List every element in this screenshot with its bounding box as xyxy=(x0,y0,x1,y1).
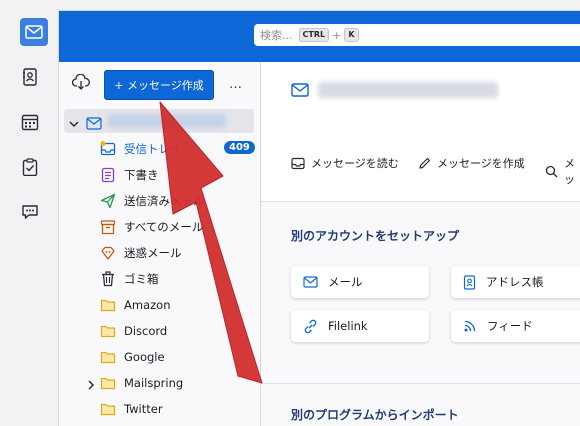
folder-inbox[interactable]: 受信トレイ xyxy=(100,139,182,159)
shortcut-ctrl-key: CTRL xyxy=(298,28,330,42)
search-input[interactable]: 検索... CTRL + K xyxy=(254,24,580,46)
address-book-icon xyxy=(463,274,476,290)
shortcut-k-key: K xyxy=(344,28,359,42)
setup-address-book-card[interactable]: アドレス帳 xyxy=(451,266,580,298)
setup-feed-label: フィード xyxy=(487,319,533,333)
account-mail-icon xyxy=(86,115,102,134)
trash-icon xyxy=(100,271,116,287)
folder-label: すべてのメール xyxy=(124,220,204,234)
more-options-button[interactable]: … xyxy=(229,77,243,92)
search-icon xyxy=(545,165,558,178)
divider xyxy=(261,383,580,384)
folder-label: 受信トレイ xyxy=(124,142,182,156)
chat-icon[interactable] xyxy=(18,200,42,224)
tasks-icon[interactable] xyxy=(18,155,42,179)
compose-label: メッセージを作成 xyxy=(437,157,525,170)
sent-icon xyxy=(100,193,116,209)
mail-icon[interactable] xyxy=(20,18,48,46)
setup-filelink-card[interactable]: Filelink xyxy=(291,310,429,342)
setup-section-title: 別のアカウントをセットアップ xyxy=(291,229,460,243)
spaces-toolbar xyxy=(0,10,59,426)
folder-google[interactable]: Google xyxy=(100,347,165,367)
rss-feed-icon xyxy=(463,319,477,333)
read-messages-action[interactable]: メッセージを読む xyxy=(291,155,399,171)
account-name-redacted xyxy=(108,114,226,128)
archive-icon xyxy=(100,219,116,235)
expand-chevron-icon[interactable] xyxy=(86,376,96,395)
new-message-button[interactable]: + メッセージ作成 xyxy=(104,70,214,100)
compose-action[interactable]: メッセージを作成 xyxy=(418,155,525,171)
folder-sent[interactable]: 送信済みメール xyxy=(100,191,205,211)
drafts-icon xyxy=(100,167,116,183)
folder-label: Google xyxy=(124,350,165,364)
setup-mail-label: メール xyxy=(328,275,363,289)
account-header-mail-icon xyxy=(291,82,309,101)
get-messages-icon[interactable] xyxy=(71,73,90,94)
folder-label: Mailspring xyxy=(124,376,184,390)
folder-icon xyxy=(100,349,116,365)
unread-count-badge: 409 xyxy=(224,141,255,154)
junk-icon xyxy=(100,245,116,261)
search-placeholder: 検索... xyxy=(260,29,293,42)
new-message-label: + メッセージ作成 xyxy=(114,79,204,92)
folder-mailspring[interactable]: Mailspring xyxy=(100,373,183,393)
folder-label: Discord xyxy=(124,324,168,338)
folder-drafts[interactable]: 下書き xyxy=(100,165,159,185)
search-messages-action[interactable]: メッ xyxy=(545,155,580,187)
shortcut-plus: + xyxy=(332,28,342,42)
folder-label: 迷惑メール xyxy=(124,246,182,260)
folder-amazon[interactable]: Amazon xyxy=(100,295,170,315)
setup-address-book-label: アドレス帳 xyxy=(486,275,544,289)
window-top-edge xyxy=(0,0,580,11)
folder-label: Amazon xyxy=(124,298,171,312)
inbox-icon xyxy=(100,141,116,157)
folder-label: ゴミ箱 xyxy=(124,272,159,286)
setup-feed-card[interactable]: フィード xyxy=(451,310,580,342)
folder-icon xyxy=(100,297,116,313)
mail-icon xyxy=(303,276,318,288)
link-icon xyxy=(303,319,318,334)
address-book-icon[interactable] xyxy=(18,65,42,89)
folder-label: 送信済みメール xyxy=(124,194,205,208)
account-email-redacted xyxy=(318,82,498,98)
read-messages-icon xyxy=(291,157,305,170)
folder-icon xyxy=(100,401,116,417)
folder-discord[interactable]: Discord xyxy=(100,321,167,341)
folder-label: Twitter xyxy=(124,402,163,416)
folder-trash[interactable]: ゴミ箱 xyxy=(100,269,159,289)
pencil-icon xyxy=(418,157,431,170)
folder-twitter[interactable]: Twitter xyxy=(100,399,163,419)
calendar-icon[interactable] xyxy=(18,110,42,134)
folder-junk[interactable]: 迷惑メール xyxy=(100,243,182,263)
setup-filelink-label: Filelink xyxy=(328,319,368,333)
folder-icon xyxy=(100,375,116,391)
folder-icon xyxy=(100,323,116,339)
collapse-chevron-icon[interactable] xyxy=(68,115,80,134)
search-messages-label: メッ xyxy=(564,157,575,186)
divider xyxy=(261,201,580,202)
folder-label: 下書き xyxy=(124,168,159,182)
read-messages-label: メッセージを読む xyxy=(311,157,399,170)
setup-mail-card[interactable]: メール xyxy=(291,266,429,298)
import-section-title: 別のプログラムからインポート xyxy=(291,408,459,422)
folder-all-mail[interactable]: すべてのメール xyxy=(100,217,203,237)
